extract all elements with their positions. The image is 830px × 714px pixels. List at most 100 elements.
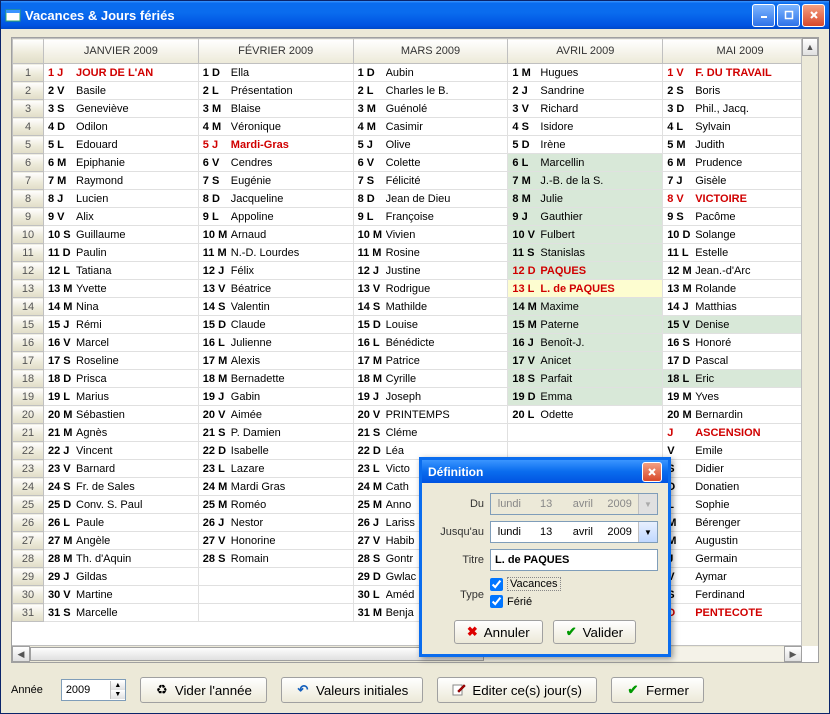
calendar-cell[interactable]: 7 MRaymond [44, 172, 199, 190]
calendar-cell[interactable]: SFerdinand [663, 586, 818, 604]
calendar-cell[interactable]: 30 VMartine [44, 586, 199, 604]
close-app-button[interactable]: ✔ Fermer [611, 677, 704, 703]
calendar-cell[interactable]: 1 DAubin [353, 64, 508, 82]
calendar-cell[interactable]: 16 VMarcel [44, 334, 199, 352]
calendar-cell[interactable]: 16 JBenoît-J. [508, 334, 663, 352]
minimize-button[interactable] [752, 4, 775, 27]
calendar-cell[interactable]: 22 JVincent [44, 442, 199, 460]
calendar-cell[interactable]: 15 MPaterne [508, 316, 663, 334]
dialog-cancel-button[interactable]: ✖ Annuler [454, 620, 543, 644]
calendar-cell[interactable]: 3 DPhil., Jacq. [663, 100, 818, 118]
calendar-cell[interactable] [198, 604, 353, 622]
dialog-close-button[interactable] [642, 462, 662, 482]
scroll-up-icon[interactable]: ▲ [802, 38, 818, 56]
calendar-cell[interactable]: 21 SP. Damien [198, 424, 353, 442]
calendar-cell[interactable]: 10 SGuillaume [44, 226, 199, 244]
calendar-cell[interactable]: 16 LJulienne [198, 334, 353, 352]
calendar-cell[interactable]: 20 VPRINTEMPS [353, 406, 508, 424]
calendar-cell[interactable]: 10 MArnaud [198, 226, 353, 244]
default-values-button[interactable]: ↶ Valeurs initiales [281, 677, 423, 703]
calendar-cell[interactable]: 8 JLucien [44, 190, 199, 208]
calendar-cell[interactable]: 19 MYves [663, 388, 818, 406]
calendar-cell[interactable]: 8 DJacqueline [198, 190, 353, 208]
calendar-cell[interactable]: 26 LPaule [44, 514, 199, 532]
calendar-cell[interactable]: 5 JOlive [353, 136, 508, 154]
calendar-cell[interactable]: 17 MAlexis [198, 352, 353, 370]
calendar-cell[interactable]: 25 MRoméo [198, 496, 353, 514]
title-bar[interactable]: Vacances & Jours fériés [1, 1, 829, 29]
calendar-cell[interactable]: 2 VBasile [44, 82, 199, 100]
calendar-cell[interactable]: 16 LBénédicte [353, 334, 508, 352]
calendar-cell[interactable]: MBérenger [663, 514, 818, 532]
calendar-cell[interactable]: 27 VHonorine [198, 532, 353, 550]
calendar-cell[interactable]: 3 MGuénolé [353, 100, 508, 118]
calendar-cell[interactable]: MAugustin [663, 532, 818, 550]
calendar-cell[interactable]: 15 VDenise [663, 316, 818, 334]
calendar-cell[interactable]: 15 DLouise [353, 316, 508, 334]
calendar-cell[interactable]: 7 JGisèle [663, 172, 818, 190]
calendar-cell[interactable]: 17 SRoseline [44, 352, 199, 370]
calendar-cell[interactable]: 1 VF. DU TRAVAIL [663, 64, 818, 82]
month-header[interactable]: JANVIER 2009 [44, 39, 199, 64]
calendar-cell[interactable]: 6 VCendres [198, 154, 353, 172]
calendar-cell[interactable]: 14 JMatthias [663, 298, 818, 316]
scroll-left-icon[interactable]: ◀ [12, 646, 30, 662]
calendar-cell[interactable]: 9 LAppoline [198, 208, 353, 226]
calendar-cell[interactable]: 7 MJ.-B. de la S. [508, 172, 663, 190]
calendar-cell[interactable]: 4 MVéronique [198, 118, 353, 136]
calendar-cell[interactable]: 12 JFélix [198, 262, 353, 280]
maximize-button[interactable] [777, 4, 800, 27]
calendar-cell[interactable]: SDidier [663, 460, 818, 478]
calendar-cell[interactable]: 14 SMathilde [353, 298, 508, 316]
calendar-cell[interactable]: 7 SFélicité [353, 172, 508, 190]
calendar-cell[interactable]: 8 DJean de Dieu [353, 190, 508, 208]
calendar-cell[interactable]: 6 MEpiphanie [44, 154, 199, 172]
calendar-cell[interactable]: 4 DOdilon [44, 118, 199, 136]
calendar-cell[interactable]: 16 SHonoré [663, 334, 818, 352]
calendar-cell[interactable]: 9 JGauthier [508, 208, 663, 226]
calendar-cell[interactable]: 28 MTh. d'Aquin [44, 550, 199, 568]
close-button[interactable] [802, 4, 825, 27]
calendar-cell[interactable]: 23 VBarnard [44, 460, 199, 478]
dialog-ok-button[interactable]: ✔ Valider [553, 620, 636, 644]
calendar-cell[interactable]: 11 SStanislas [508, 244, 663, 262]
calendar-cell[interactable]: 14 MNina [44, 298, 199, 316]
calendar-cell[interactable]: 19 LMarius [44, 388, 199, 406]
calendar-cell[interactable]: 18 MCyrille [353, 370, 508, 388]
calendar-cell[interactable]: JGermain [663, 550, 818, 568]
vacances-checkbox[interactable] [490, 578, 503, 591]
year-input[interactable] [62, 682, 110, 698]
calendar-cell[interactable]: 12 DPAQUES [508, 262, 663, 280]
calendar-cell[interactable]: 13 MRolande [663, 280, 818, 298]
calendar-cell[interactable]: 6 MPrudence [663, 154, 818, 172]
calendar-cell[interactable]: DPENTECOTE [663, 604, 818, 622]
calendar-cell[interactable]: 20 VAimée [198, 406, 353, 424]
calendar-cell[interactable]: 3 VRichard [508, 100, 663, 118]
calendar-cell[interactable]: VAymar [663, 568, 818, 586]
spin-down-icon[interactable]: ▼ [110, 690, 125, 699]
calendar-cell[interactable]: 24 SFr. de Sales [44, 478, 199, 496]
dialog-titlebar[interactable]: Définition [422, 460, 668, 483]
year-spinner[interactable]: ▲▼ [61, 679, 126, 701]
calendar-cell[interactable]: 9 VAlix [44, 208, 199, 226]
calendar-cell[interactable]: 20 MBernardin [663, 406, 818, 424]
calendar-cell[interactable]: 18 MBernadette [198, 370, 353, 388]
calendar-cell[interactable]: 15 DClaude [198, 316, 353, 334]
calendar-cell[interactable]: 15 JRémi [44, 316, 199, 334]
calendar-cell[interactable] [198, 568, 353, 586]
calendar-cell[interactable]: 2 LPrésentation [198, 82, 353, 100]
calendar-cell[interactable]: 17 VAnicet [508, 352, 663, 370]
calendar-cell[interactable]: 10 VFulbert [508, 226, 663, 244]
calendar-cell[interactable]: 7 SEugénie [198, 172, 353, 190]
calendar-cell[interactable]: 2 SBoris [663, 82, 818, 100]
calendar-cell[interactable]: 29 JGildas [44, 568, 199, 586]
chevron-down-icon[interactable]: ▼ [638, 522, 657, 542]
horizontal-scrollbar[interactable]: ◀ ▶ [12, 645, 802, 662]
calendar-cell[interactable]: 4 SIsidore [508, 118, 663, 136]
calendar-cell[interactable]: 6 LMarcellin [508, 154, 663, 172]
vertical-scrollbar[interactable]: ▲ [801, 38, 818, 646]
calendar-cell[interactable]: 2 LCharles le B. [353, 82, 508, 100]
calendar-cell[interactable]: 2 JSandrine [508, 82, 663, 100]
spin-up-icon[interactable]: ▲ [110, 681, 125, 690]
calendar-cell[interactable]: 19 JJoseph [353, 388, 508, 406]
